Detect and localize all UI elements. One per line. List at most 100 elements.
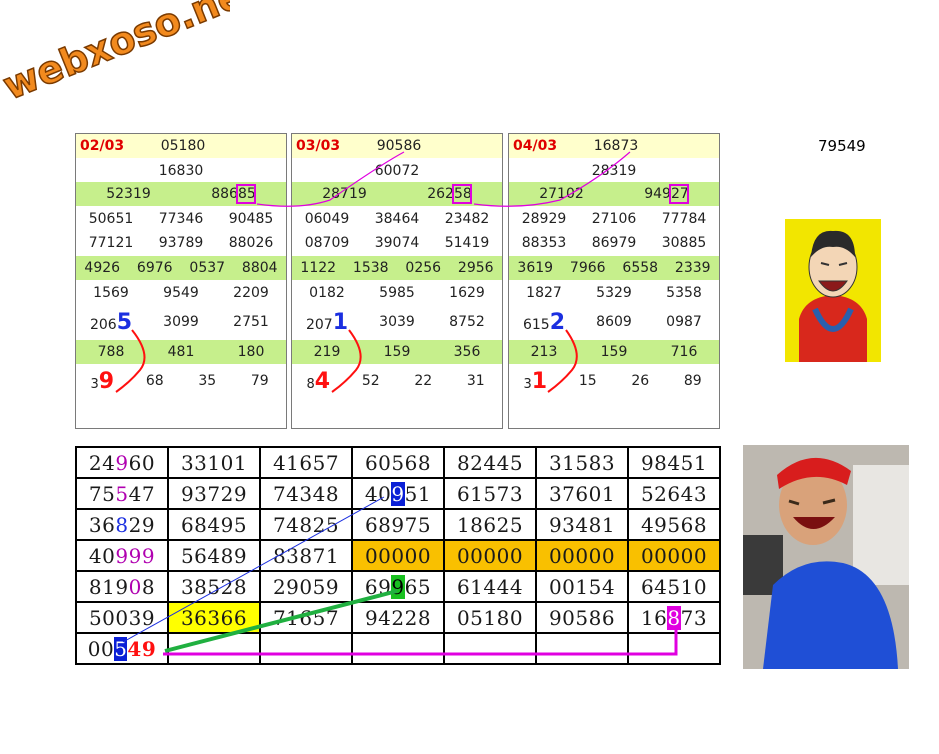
result-panel-3: 04/03 16873 28319 27102 94927 28929 27106 7… — [508, 133, 720, 429]
third-prize: 30885 — [661, 235, 707, 251]
result-panel-2: 03/03 90586 60072 28719 26258 06049 38464 2… — [291, 133, 503, 429]
grid-cell — [627, 632, 721, 665]
grid-cell: 31583 — [535, 446, 629, 479]
fourth-prize: 4926 — [84, 260, 121, 276]
highlight-box — [452, 184, 472, 204]
sixth-prize-digit: 1 — [332, 309, 349, 335]
grid-cell: 00000 — [627, 539, 721, 572]
first-prize: 16830 — [158, 163, 204, 179]
grid-cell: 49568 — [627, 508, 721, 541]
grid-cell: 71657 — [259, 601, 353, 634]
third-prize: 77346 — [158, 211, 204, 227]
fifth-prize: 1569 — [93, 285, 129, 301]
second-prize: 94927 — [644, 186, 689, 202]
sixth-prize-digit: 5 — [116, 309, 133, 335]
fourth-prize: 6976 — [136, 260, 173, 276]
grid-cell: 05180 — [443, 601, 537, 634]
grid-cell — [443, 632, 537, 665]
third-prize: 77784 — [661, 211, 707, 227]
grid-cell: 00154 — [535, 570, 629, 603]
eighth-prize: 15 — [578, 373, 597, 389]
grid-cell: 40951 — [351, 477, 445, 510]
third-prize: 08709 — [304, 235, 350, 251]
fifth-prize: 0182 — [309, 285, 345, 301]
grid-cell: 24960 — [75, 446, 169, 479]
highlight-box — [236, 184, 256, 204]
grid-cell: 61444 — [443, 570, 537, 603]
grid-cell: 94228 — [351, 601, 445, 634]
grid-cell: 69965 — [351, 570, 445, 603]
eighth-prize-digit: 9 — [98, 368, 115, 394]
special-prize: 90586 — [376, 138, 422, 154]
eighth-prize: 22 — [414, 373, 433, 389]
eighth-prize: 31 — [466, 373, 485, 389]
fourth-prize: 0256 — [405, 260, 442, 276]
sixth-prize: 3039 — [379, 314, 415, 330]
grid-cell: 56489 — [167, 539, 261, 572]
grid-cell: 18625 — [443, 508, 537, 541]
seventh-prize: 481 — [167, 344, 195, 360]
third-prize: 90485 — [228, 211, 274, 227]
sixth-prize: 0987 — [666, 314, 702, 330]
grid-cell: 36366 — [167, 601, 261, 634]
grid-cell: 29059 — [259, 570, 353, 603]
grid-cell — [167, 632, 261, 665]
fourth-prize: 7966 — [569, 260, 606, 276]
seventh-prize: 159 — [600, 344, 628, 360]
number-grid: 24960 33101 41657 60568 82445 31583 9845… — [75, 446, 721, 665]
eighth-prize: 26 — [631, 373, 650, 389]
sixth-prize: 2751 — [233, 314, 269, 330]
eighth-prize: 52 — [361, 373, 380, 389]
grid-cell: 40999 — [75, 539, 169, 572]
site-logo: webxoso.net — [0, 0, 230, 110]
third-prize: 50651 — [88, 211, 134, 227]
grid-cell: 82445 — [443, 446, 537, 479]
sixth-prize-prefix: 206 — [89, 316, 117, 333]
sixth-prize: 8752 — [449, 314, 485, 330]
grid-cell: 38528 — [167, 570, 261, 603]
eighth-prize: 68 — [145, 373, 164, 389]
laughing-man-photo — [743, 445, 909, 669]
third-prize: 88353 — [521, 235, 567, 251]
second-prize: 28719 — [322, 186, 367, 202]
grid-cell: 16873 — [627, 601, 721, 634]
third-prize: 39074 — [374, 235, 420, 251]
fifth-prize: 1629 — [449, 285, 485, 301]
sixth-prize: 8609 — [596, 314, 632, 330]
table-row: 81908 38528 29059 69965 61444 00154 6451… — [75, 570, 721, 603]
grid-cell: 50039 — [75, 601, 169, 634]
grid-cell: 64510 — [627, 570, 721, 603]
grid-cell: 98451 — [627, 446, 721, 479]
grid-cell: 33101 — [167, 446, 261, 479]
special-prize: 05180 — [160, 138, 206, 154]
sixth-prize-digit: 2 — [549, 309, 566, 335]
panel-date: 02/03 — [80, 138, 125, 154]
fourth-prize: 1122 — [300, 260, 337, 276]
fourth-prize: 2956 — [457, 260, 494, 276]
eighth-prize: 79 — [250, 373, 269, 389]
grid-cell: 68495 — [167, 508, 261, 541]
second-prize: 27102 — [539, 186, 584, 202]
fourth-prize: 0537 — [189, 260, 226, 276]
table-row: 50039 36366 71657 94228 05180 90586 1687… — [75, 601, 721, 634]
table-row: 24960 33101 41657 60568 82445 31583 9845… — [75, 446, 721, 479]
grid-cell: 61573 — [443, 477, 537, 510]
grid-cell: 00549 — [75, 632, 169, 665]
eighth-prize: 89 — [683, 373, 702, 389]
seventh-prize: 356 — [453, 344, 481, 360]
grid-cell — [535, 632, 629, 665]
top-right-number: 79549 — [818, 137, 866, 155]
eighth-prize-prefix: 3 — [523, 376, 532, 392]
result-panel-1: 02/03 05180 16830 52319 88685 50651 77346 9… — [75, 133, 287, 429]
third-prize: 93789 — [158, 235, 204, 251]
third-prize: 23482 — [444, 211, 490, 227]
grid-cell: 74825 — [259, 508, 353, 541]
grid-cell: 93481 — [535, 508, 629, 541]
cartoon-laughing-image — [785, 219, 881, 362]
grid-cell: 00000 — [535, 539, 629, 572]
grid-cell — [351, 632, 445, 665]
sixth-prize: 3099 — [163, 314, 199, 330]
seventh-prize: 213 — [530, 344, 558, 360]
first-prize: 28319 — [591, 163, 637, 179]
grid-cell: 93729 — [167, 477, 261, 510]
